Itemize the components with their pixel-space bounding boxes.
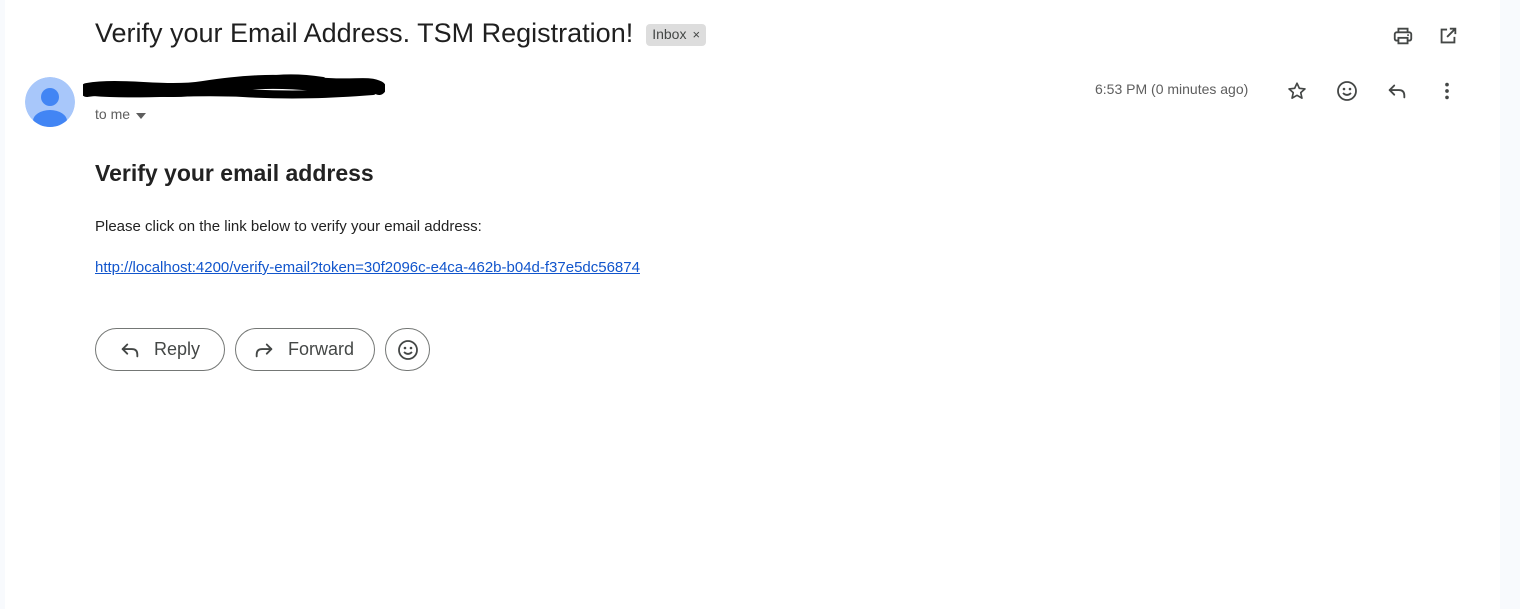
more-vert-icon[interactable] (1434, 78, 1460, 104)
print-icon[interactable] (1389, 22, 1417, 50)
open-in-new-icon[interactable] (1434, 22, 1462, 50)
recipient-dropdown[interactable]: to me (95, 106, 147, 122)
body-instruction: Please click on the link below to verify… (95, 218, 482, 235)
forward-icon (252, 338, 276, 362)
recipient-text: to me (95, 106, 131, 122)
reply-button-label: Reply (154, 339, 201, 359)
reply-button[interactable]: Reply (95, 328, 225, 371)
email-panel: Verify your Email Address. TSM Registrat… (5, 0, 1500, 609)
star-icon[interactable] (1284, 78, 1310, 104)
email-timestamp: 6:53 PM (0 minutes ago) (1095, 81, 1249, 97)
email-subject: Verify your Email Address. TSM Registrat… (95, 18, 634, 48)
reply-icon[interactable] (1384, 78, 1410, 104)
emoji-icon (396, 338, 420, 362)
label-chip-text: Inbox (652, 26, 687, 42)
forward-button-label: Forward (288, 339, 355, 359)
emoji-icon[interactable] (1334, 78, 1360, 104)
sender-avatar[interactable] (25, 77, 75, 127)
verify-email-link[interactable]: http://localhost:4200/verify-email?token… (95, 259, 640, 276)
body-heading: Verify your email address (95, 160, 374, 186)
sender-name-redaction (80, 72, 386, 107)
chevron-down-icon (136, 106, 147, 122)
remove-label-icon[interactable]: × (692, 27, 700, 42)
forward-button[interactable]: Forward (235, 328, 375, 371)
reply-icon (118, 338, 142, 362)
subject-row: Verify your Email Address. TSM Registrat… (95, 18, 707, 49)
emoji-reaction-button[interactable] (385, 328, 430, 371)
inbox-label-chip[interactable]: Inbox × (646, 23, 707, 46)
